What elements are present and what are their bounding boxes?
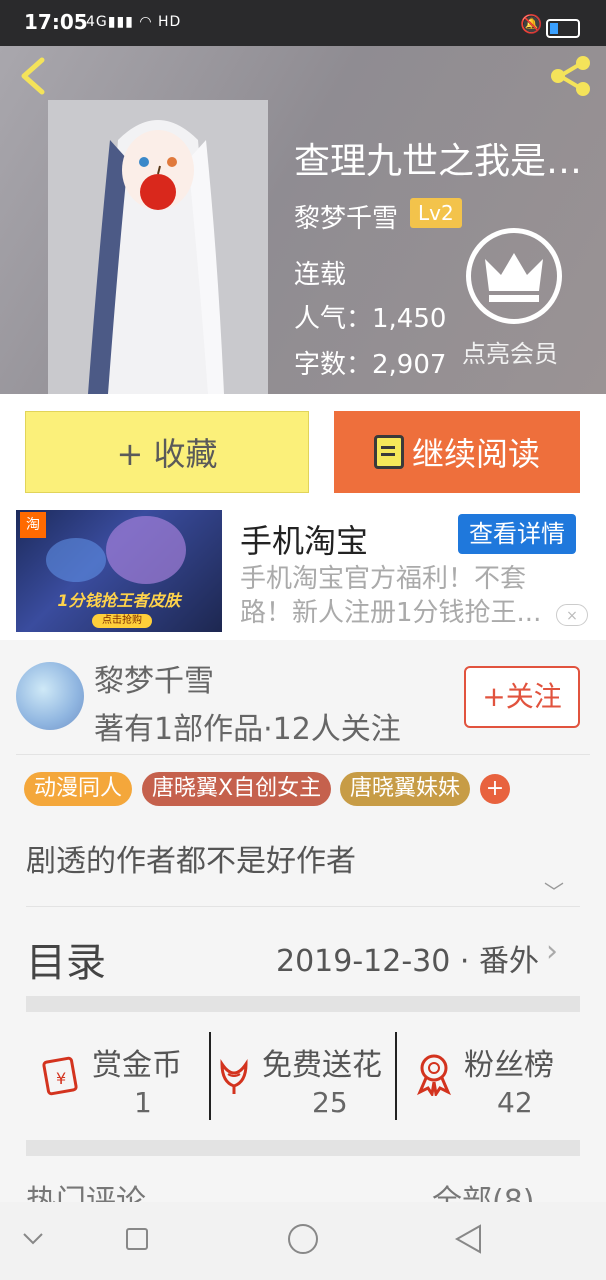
author-name[interactable]: 黎梦千雪 bbox=[94, 656, 214, 700]
stat-separator bbox=[209, 1032, 211, 1120]
chevron-right-icon[interactable]: › bbox=[546, 934, 558, 969]
fan-ranking-value: 42 bbox=[497, 1086, 533, 1119]
book-title: 查理九世之我是… bbox=[294, 141, 583, 182]
status-time: 17:05 bbox=[24, 10, 88, 34]
stat-separator bbox=[395, 1032, 397, 1120]
divider bbox=[16, 754, 590, 755]
toc-latest-chapter[interactable]: 2019-12-30 · 番外 bbox=[276, 936, 539, 980]
home-icon[interactable] bbox=[288, 1224, 318, 1254]
author-level-badge: Lv2 bbox=[410, 198, 462, 228]
free-flower-label[interactable]: 免费送花 bbox=[262, 1040, 382, 1084]
share-icon[interactable] bbox=[548, 54, 594, 98]
status-bar: 17:05 4G▮▮▮ ◠ HD 🔕 bbox=[0, 0, 606, 46]
continue-reading-button[interactable]: 继续阅读 bbox=[334, 411, 580, 493]
tag-sister[interactable]: 唐晓翼妹妹 bbox=[340, 772, 471, 806]
free-flower-value: 25 bbox=[312, 1086, 348, 1119]
continue-reading-label: 继续阅读 bbox=[411, 435, 540, 473]
book-word-count: 字数：2,907 bbox=[294, 350, 447, 380]
signal-indicator: 4G▮▮▮ ◠ HD bbox=[86, 14, 182, 30]
vip-label[interactable]: 点亮会员 bbox=[462, 334, 558, 369]
section-separator bbox=[26, 996, 580, 1012]
toc-label[interactable]: 目录 bbox=[26, 930, 106, 988]
add-tag-button[interactable]: + bbox=[480, 774, 510, 804]
book-cover-image bbox=[48, 100, 268, 394]
flower-icon[interactable] bbox=[212, 1052, 256, 1096]
mute-icon: 🔕 bbox=[520, 14, 543, 35]
ad-banner-cta: 点击抢购 bbox=[92, 614, 152, 628]
book-popularity: 人气：1,450 bbox=[294, 304, 447, 334]
tag-anime-fanfic[interactable]: 动漫同人 bbox=[24, 772, 133, 806]
expand-chevron-icon[interactable]: ﹀ bbox=[544, 876, 564, 905]
divider bbox=[26, 906, 580, 907]
svg-text:¥: ¥ bbox=[56, 1069, 66, 1088]
ad-image[interactable]: 淘 1分钱抢王者皮肤 点击抢购 bbox=[16, 510, 222, 632]
author-info: 著有1部作品·12人关注 bbox=[94, 712, 401, 747]
ad-detail-button[interactable]: 查看详情 bbox=[458, 514, 576, 554]
red-packet-icon[interactable]: ¥ bbox=[40, 1052, 84, 1096]
crown-icon[interactable] bbox=[466, 228, 562, 324]
ad-description: 手机淘宝官方福利！不套路！新人注册1分钱抢王... bbox=[240, 564, 542, 628]
fan-ranking-label[interactable]: 粉丝榜 bbox=[464, 1040, 554, 1084]
recent-apps-icon[interactable] bbox=[126, 1228, 148, 1250]
ad-title[interactable]: 手机淘宝 bbox=[240, 516, 368, 562]
book-status: 连载 bbox=[294, 260, 347, 290]
favorite-button-label: + 收藏 bbox=[116, 435, 218, 473]
ad-close-icon[interactable]: × bbox=[556, 604, 588, 626]
book-icon bbox=[373, 435, 404, 469]
reward-coin-value: 1 bbox=[134, 1086, 152, 1119]
book-summary: 剧透的作者都不是好作者 bbox=[26, 844, 356, 879]
back-icon[interactable] bbox=[14, 56, 54, 96]
ad-banner-text: 1分钱抢王者皮肤 bbox=[57, 591, 181, 610]
tag-pairing[interactable]: 唐晓翼X自创女主 bbox=[142, 772, 332, 806]
author-avatar[interactable] bbox=[16, 662, 84, 730]
all-comments-link[interactable]: 全部(8) bbox=[432, 1176, 535, 1202]
system-nav-bar bbox=[0, 1202, 606, 1280]
back-nav-icon[interactable] bbox=[454, 1224, 482, 1254]
follow-button[interactable]: +关注 bbox=[464, 666, 580, 728]
medal-icon[interactable] bbox=[412, 1052, 456, 1096]
section-separator bbox=[26, 1140, 580, 1156]
book-author[interactable]: 黎梦千雪 bbox=[294, 198, 398, 235]
battery-icon bbox=[546, 19, 580, 38]
hot-comments-label: 热门评论 bbox=[26, 1184, 146, 1202]
collapse-icon[interactable] bbox=[22, 1232, 44, 1246]
favorite-button[interactable]: + 收藏 bbox=[25, 411, 309, 493]
reward-coin-label[interactable]: 赏金币 bbox=[92, 1040, 182, 1084]
